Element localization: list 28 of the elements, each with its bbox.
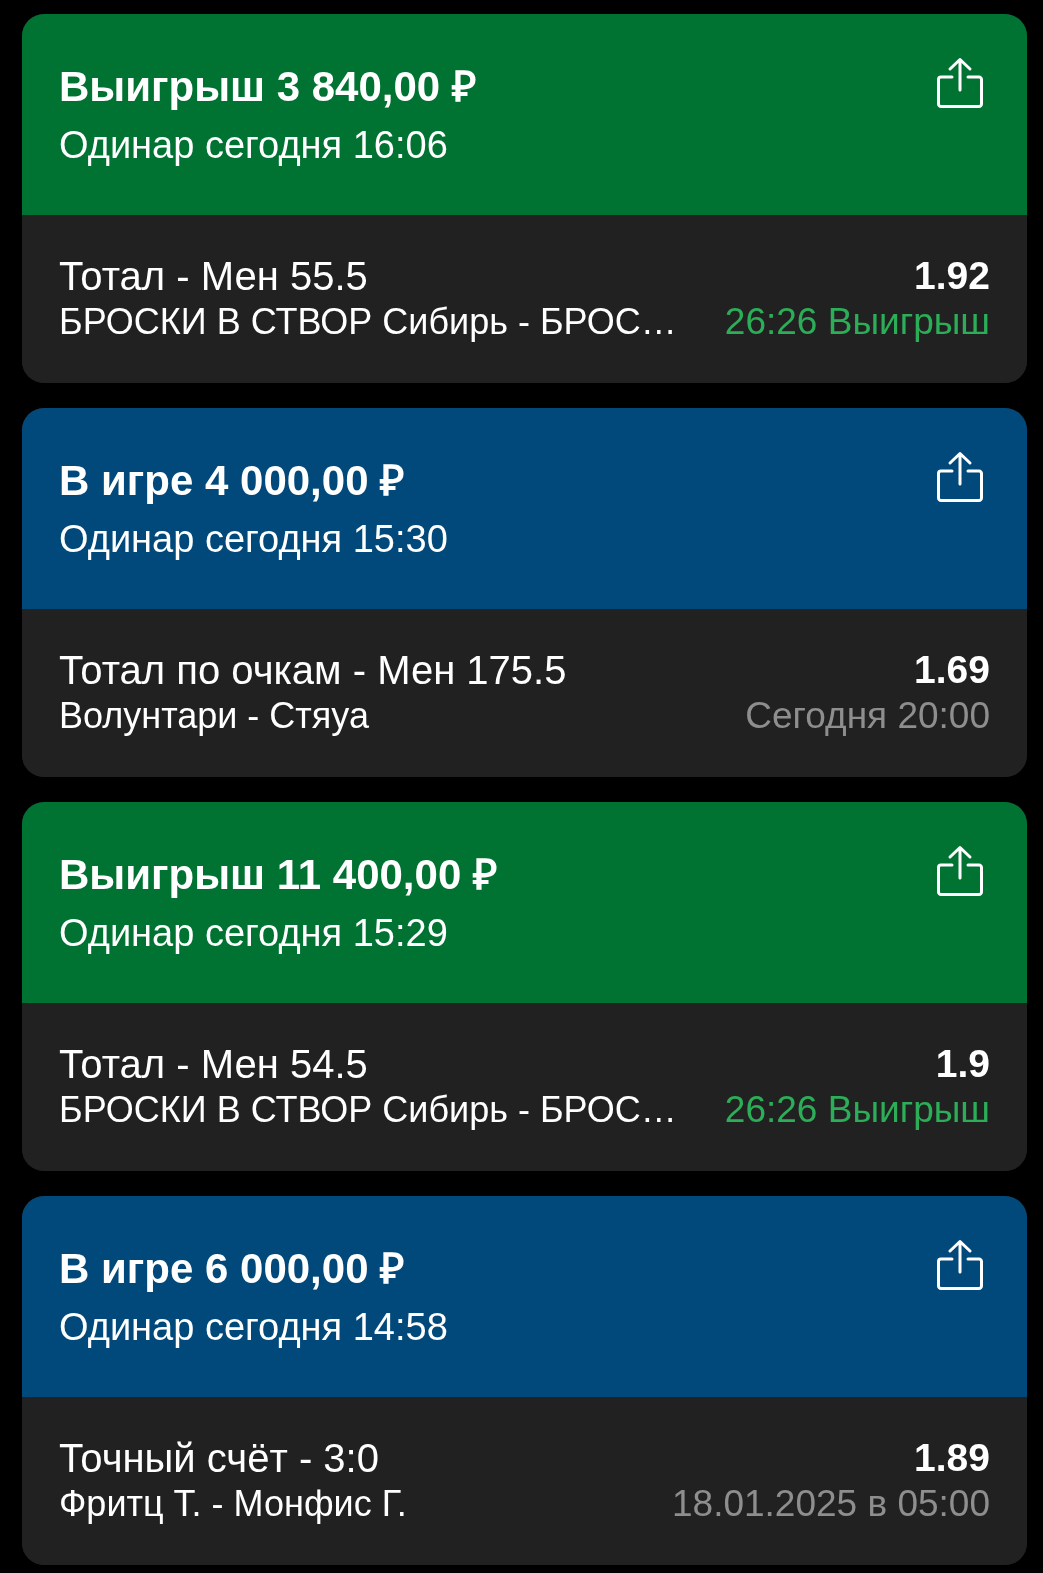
- odds-value: 1.89: [914, 1435, 990, 1481]
- share-icon[interactable]: [937, 451, 983, 503]
- bet-status: 26:26 Выигрыш: [724, 1088, 990, 1132]
- match-name: БРОСКИ В СТВОР Сибирь - БРОС…: [59, 300, 677, 344]
- match-name: БРОСКИ В СТВОР Сибирь - БРОС…: [59, 1088, 677, 1132]
- market-name: Тотал по очкам - Мен 175.5: [59, 647, 567, 693]
- market-name: Точный счёт - 3:0: [59, 1435, 380, 1481]
- share-icon[interactable]: [937, 57, 983, 109]
- odds-value: 1.92: [914, 253, 990, 299]
- share-icon[interactable]: [937, 1239, 983, 1291]
- match-name: Фритц Т. - Монфис Г.: [59, 1482, 407, 1526]
- bet-status: Сегодня 20:00: [745, 694, 990, 738]
- bet-subtitle: Одинар сегодня 15:29: [59, 911, 449, 955]
- bet-title: В игре 6 000,00 ₽: [59, 1245, 406, 1293]
- market-name: Тотал - Мен 54.5: [59, 1041, 369, 1087]
- bet-title: Выигрыш 3 840,00 ₽: [59, 63, 476, 111]
- bet-status: 18.01.2025 в 05:00: [672, 1482, 990, 1526]
- market-name: Тотал - Мен 55.5: [59, 253, 369, 299]
- bet-subtitle: Одинар сегодня 14:58: [59, 1305, 448, 1349]
- bet-title: Выигрыш 11 400,00 ₽: [59, 851, 497, 899]
- match-name: Волунтари - Стяуа: [59, 694, 370, 738]
- bet-subtitle: Одинар сегодня 16:06: [59, 123, 449, 167]
- bet-status: 26:26 Выигрыш: [724, 300, 990, 344]
- odds-value: 1.69: [914, 647, 990, 693]
- bet-title: В игре 4 000,00 ₽: [59, 457, 406, 505]
- bet-subtitle: Одинар сегодня 15:30: [59, 517, 448, 561]
- share-icon[interactable]: [937, 845, 983, 897]
- odds-value: 1.9: [935, 1041, 990, 1087]
